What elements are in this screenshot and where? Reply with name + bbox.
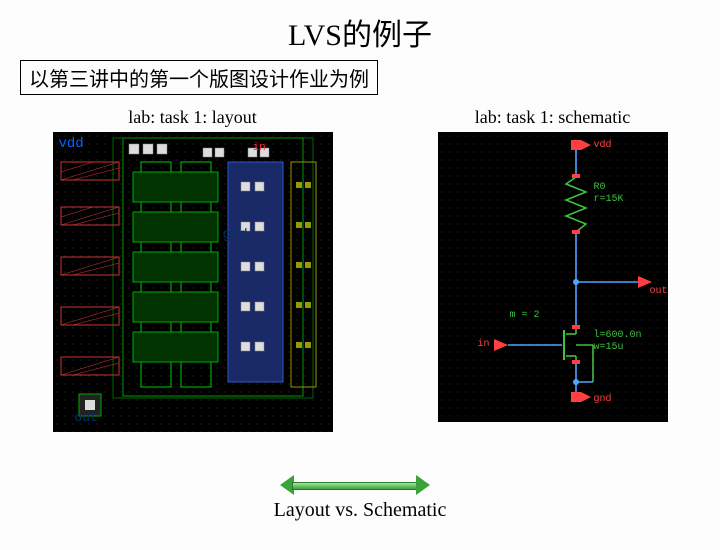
slide-title: LVS的例子 — [0, 10, 720, 54]
sch-r-value: r=15K — [594, 194, 624, 205]
layout-in-label: in — [253, 142, 266, 154]
footer-caption: Layout vs. Schematic — [0, 499, 720, 522]
schematic-label: lab: task 1: schematic — [475, 107, 630, 128]
sch-gnd-label: gnd — [594, 394, 612, 405]
layout-vdd-label: vdd — [59, 136, 84, 152]
schematic-canvas: vdd R0 r=15K out m = 2 in l=600.0n w=15u… — [438, 132, 668, 422]
arrow-line — [292, 482, 418, 490]
layout-gnd-label: gnd — [223, 227, 248, 243]
layout-canvas: vdd in gnd out — [53, 132, 333, 432]
layout-label: lab: task 1: layout — [128, 107, 256, 128]
arrow-right-icon — [416, 475, 430, 495]
schematic-svg — [438, 132, 668, 422]
subtitle-box: 以第三讲中的第一个版图设计作业为例 — [20, 60, 378, 95]
sch-in-label: in — [478, 339, 490, 350]
sch-m-mult: m = 2 — [510, 310, 540, 321]
sch-t-l: l=600.0n — [594, 330, 642, 341]
sch-vdd-label: vdd — [594, 140, 612, 151]
left-column: lab: task 1: layout — [53, 107, 333, 432]
right-column: lab: task 1: schematic — [438, 107, 668, 432]
compare-arrow — [280, 475, 430, 495]
sch-r-name: R0 — [594, 182, 606, 193]
sch-out-label: out — [650, 286, 668, 297]
content-row: lab: task 1: layout — [0, 107, 720, 432]
sch-t-w: w=15u — [594, 342, 624, 353]
layout-svg — [53, 132, 333, 432]
layout-out-label: out — [75, 410, 98, 425]
